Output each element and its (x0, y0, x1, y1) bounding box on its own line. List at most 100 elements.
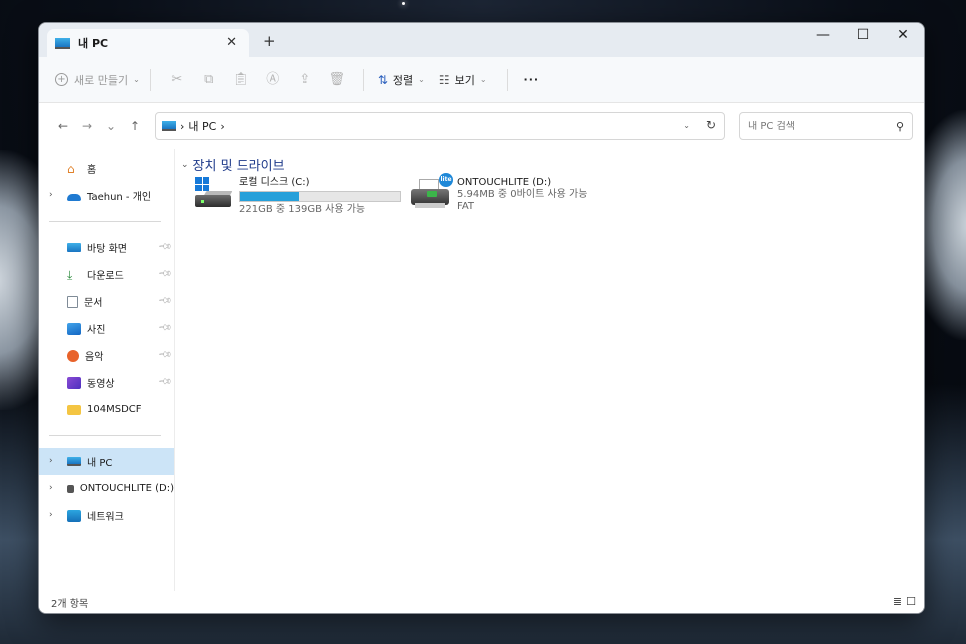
up-button[interactable]: ↑ (123, 119, 147, 133)
drive-usage-bar (239, 191, 401, 202)
sidebar-item-label: Taehun - 개인 (87, 192, 152, 203)
chevron-right-icon[interactable]: › (49, 190, 53, 200)
pin-icon: 📌︎ (156, 320, 172, 336)
cloud-icon (67, 193, 81, 201)
sidebar-item-pictures[interactable]: 사진 📌︎ (39, 315, 174, 342)
chevron-down-icon: ⌄ (479, 75, 487, 84)
drive-name: ONTOUCHLITE (D:) (457, 177, 552, 188)
sidebar-item-label: 네트워크 (87, 512, 124, 523)
chevron-right-icon[interactable]: › (49, 483, 53, 493)
chevron-right-icon[interactable]: › (49, 456, 53, 466)
navigation-pane: ⌂ 홈 › Taehun - 개인 바탕 화면 📌︎ ⤓ 다운로드 📌︎ 문서 … (39, 149, 175, 591)
pc-icon (55, 37, 70, 49)
printer-drive-icon (67, 484, 74, 493)
drive-item-c[interactable]: 로컬 디스크 (C:) 221GB 중 139GB 사용 가능 (193, 177, 401, 216)
sidebar-item-label: 다운로드 (87, 271, 124, 282)
sidebar-item-label: 동영상 (87, 379, 115, 390)
drive-item-d[interactable]: lite ONTOUCHLITE (D:) 5.94MB 중 0바이트 사용 가… (411, 173, 588, 213)
breadcrumb-this-pc[interactable]: 내 PC (188, 118, 216, 134)
sidebar-item-home[interactable]: ⌂ 홈 (39, 155, 174, 182)
toolbar-divider (506, 68, 508, 91)
group-header-devices[interactable]: ⌄ 장치 및 드라이브 (181, 155, 924, 174)
sort-button[interactable]: ⇅ 정렬 ⌄ (378, 72, 425, 88)
view-toggles: ≣ ☐ (893, 595, 916, 608)
file-explorer-window: 내 PC ✕ + — ☐ ✕ + 새로 만들기 ⌄ ✂ ⧉ 📋︎ Ⓐ ⇪ 🗑︎ … (38, 22, 925, 614)
sidebar-item-104msdcf[interactable]: 104MSDCF (39, 396, 174, 423)
folder-icon (67, 404, 81, 415)
tiles-view-icon[interactable]: ☐ (906, 595, 916, 608)
pin-icon: 📌︎ (156, 374, 172, 390)
music-icon (67, 349, 79, 362)
drive-name: 로컬 디스크 (C:) (239, 177, 310, 188)
new-tab-button[interactable]: + (263, 32, 276, 50)
address-row: ← → ⌄ ↑ › 내 PC › ⌄ ↻ ⚲ (39, 103, 924, 149)
rename-icon[interactable]: Ⓐ (263, 70, 283, 90)
sidebar-item-label: ONTOUCHLITE (D:) (79, 483, 174, 494)
new-button[interactable]: + 새로 만들기 ⌄ (55, 72, 140, 88)
sidebar-item-label: 사진 (87, 325, 106, 336)
item-count: 2개 항목 (51, 598, 89, 610)
home-icon: ⌂ (67, 161, 75, 176)
search-box[interactable]: ⚲ (739, 112, 913, 140)
pc-icon (67, 457, 81, 466)
maximize-button[interactable]: ☐ (848, 27, 878, 43)
search-input[interactable] (748, 120, 878, 132)
view-button[interactable]: ☷ 보기 ⌄ (439, 72, 487, 88)
close-window-button[interactable]: ✕ (888, 27, 918, 43)
sort-label: 정렬 (392, 73, 414, 87)
drive-space: 5.94MB 중 0바이트 사용 가능 (457, 189, 588, 200)
file-list: ⌄ 장치 및 드라이브 로컬 디스크 (C:) 221GB 중 139GB 사용… (175, 149, 924, 591)
paste-icon[interactable]: 📋︎ (231, 70, 251, 90)
refresh-icon[interactable]: ↻ (706, 118, 716, 132)
cut-icon[interactable]: ✂ (167, 70, 187, 90)
close-tab-button[interactable]: ✕ (226, 35, 237, 50)
sidebar-item-ontouchlite[interactable]: › ONTOUCHLITE (D:) (39, 475, 174, 502)
video-icon (67, 376, 81, 389)
address-dropdown-icon[interactable]: ⌄ (683, 121, 690, 130)
details-view-icon[interactable]: ≣ (893, 595, 902, 608)
share-icon[interactable]: ⇪ (295, 70, 315, 90)
copy-icon[interactable]: ⧉ (199, 70, 219, 90)
download-icon: ⤓ (67, 267, 73, 282)
sidebar-item-this-pc[interactable]: › 내 PC (39, 448, 174, 475)
forward-button[interactable]: → (75, 119, 99, 133)
pin-icon: 📌︎ (156, 293, 172, 309)
minimize-button[interactable]: — (808, 27, 838, 43)
sidebar-item-label: 104MSDCF (87, 404, 142, 415)
pin-icon: 📌︎ (156, 347, 172, 363)
delete-icon[interactable]: 🗑︎ (327, 70, 347, 90)
wallpaper-star (402, 2, 405, 5)
toolbar-divider (362, 68, 364, 91)
sidebar-item-onedrive[interactable]: › Taehun - 개인 (39, 182, 174, 209)
printer-drive-icon: lite (411, 173, 453, 211)
chevron-right-icon[interactable]: › (49, 510, 53, 520)
tab-this-pc[interactable]: 내 PC ✕ (47, 29, 249, 57)
sidebar-item-documents[interactable]: 문서 📌︎ (39, 288, 174, 315)
pin-icon: 📌︎ (156, 239, 172, 255)
more-options-button[interactable]: ··· (524, 73, 540, 86)
view-icon: ☷ (438, 72, 450, 87)
drive-filesystem: FAT (457, 201, 475, 212)
recent-locations-button[interactable]: ⌄ (99, 119, 123, 133)
group-header-label: 장치 및 드라이브 (192, 159, 285, 174)
sidebar-divider (49, 435, 161, 436)
sidebar-item-downloads[interactable]: ⤓ 다운로드 📌︎ (39, 261, 174, 288)
sidebar-item-label: 음악 (85, 352, 104, 363)
breadcrumb-separator[interactable]: › (220, 120, 224, 133)
document-icon (67, 295, 78, 308)
sidebar-item-network[interactable]: › 네트워크 (39, 502, 174, 529)
toolbar-divider (149, 68, 151, 91)
command-bar: + 새로 만들기 ⌄ ✂ ⧉ 📋︎ Ⓐ ⇪ 🗑︎ ⇅ 정렬 ⌄ ☷ 보기 ⌄ ·… (39, 57, 924, 103)
sidebar-item-music[interactable]: 음악 📌︎ (39, 342, 174, 369)
new-label: 새로 만들기 (74, 73, 129, 87)
sidebar-item-videos[interactable]: 동영상 📌︎ (39, 369, 174, 396)
sidebar-item-label: 홈 (87, 165, 97, 176)
sidebar-item-desktop[interactable]: 바탕 화면 📌︎ (39, 234, 174, 261)
address-bar[interactable]: › 내 PC › ⌄ ↻ (155, 112, 725, 140)
sidebar-item-label: 내 PC (87, 458, 113, 469)
breadcrumb-separator[interactable]: › (180, 120, 184, 133)
back-button[interactable]: ← (51, 119, 75, 133)
chevron-down-icon: ⌄ (418, 75, 425, 84)
view-label: 보기 (454, 73, 475, 87)
title-bar: 내 PC ✕ + — ☐ ✕ (39, 23, 924, 57)
